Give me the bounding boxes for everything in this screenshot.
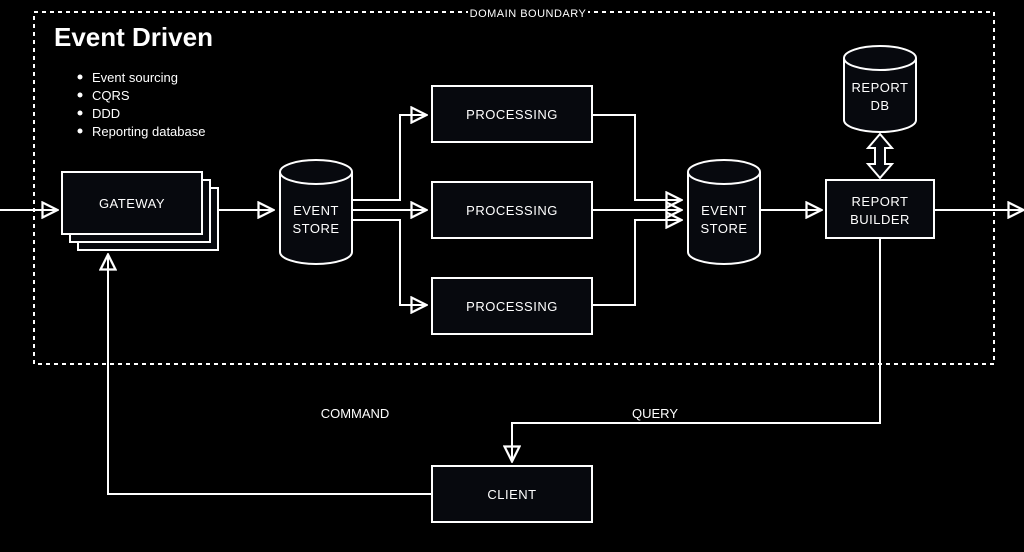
report-db-label-a: REPORT xyxy=(852,80,909,95)
edge-query xyxy=(512,238,880,460)
diagram-title: Event Driven xyxy=(54,22,213,52)
client-label: CLIENT xyxy=(487,487,536,502)
event-store-1-label-a: EVENT xyxy=(293,203,339,218)
query-label: QUERY xyxy=(632,406,678,421)
gateway-node: GATEWAY xyxy=(62,172,218,250)
report-builder-label-a: REPORT xyxy=(852,194,909,209)
edge-store1-proc3 xyxy=(352,220,425,305)
bullet-item: DDD xyxy=(92,106,120,121)
event-store-2: EVENT STORE xyxy=(688,160,760,264)
event-store-2-label-a: EVENT xyxy=(701,203,747,218)
report-builder-label-b: BUILDER xyxy=(850,212,910,227)
edge-command xyxy=(108,256,432,494)
event-store-2-label-b: STORE xyxy=(700,221,747,236)
command-label: COMMAND xyxy=(321,406,390,421)
bullet-item: CQRS xyxy=(92,88,130,103)
report-db: REPORT DB xyxy=(844,46,916,132)
processing-3-label: PROCESSING xyxy=(466,299,558,314)
processing-1-label: PROCESSING xyxy=(466,107,558,122)
domain-boundary-label: DOMAIN BOUNDARY xyxy=(470,8,587,20)
bullets-list: Event sourcing CQRS DDD Reporting databa… xyxy=(78,70,206,139)
architecture-diagram: DOMAIN BOUNDARY Event Driven Event sourc… xyxy=(0,0,1024,552)
gateway-label: GATEWAY xyxy=(99,196,165,211)
edge-proc1-store2 xyxy=(592,115,680,200)
edge-store1-proc1 xyxy=(352,115,425,200)
event-store-1-label-b: STORE xyxy=(292,221,339,236)
report-builder xyxy=(826,180,934,238)
event-store-1: EVENT STORE xyxy=(280,160,352,264)
processing-2-label: PROCESSING xyxy=(466,203,558,218)
bidirectional-arrow-icon xyxy=(868,134,892,178)
bullet-item: Reporting database xyxy=(92,124,205,139)
bullet-item: Event sourcing xyxy=(92,70,178,85)
report-db-label-b: DB xyxy=(870,98,889,113)
edge-proc3-store2 xyxy=(592,220,680,305)
